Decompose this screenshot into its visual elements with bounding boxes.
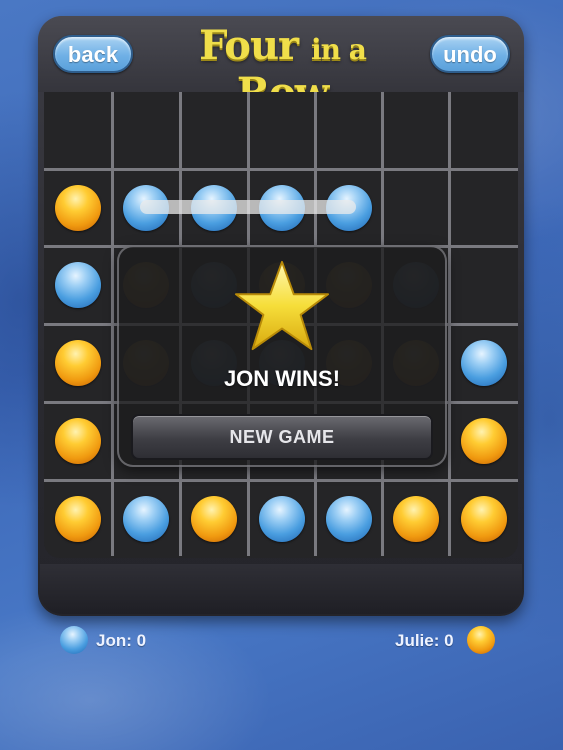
blue-piece	[325, 496, 372, 542]
title-word-in-a: in a	[311, 33, 367, 66]
undo-button[interactable]: undo	[430, 35, 510, 73]
julie-token-icon	[467, 626, 495, 654]
title-word-four: Four	[199, 22, 299, 69]
grid-line-horizontal	[44, 479, 518, 482]
blue-piece	[460, 340, 507, 386]
grid-line-horizontal	[44, 168, 518, 171]
blue-piece	[55, 262, 101, 308]
julie-score: Julie: 0	[395, 631, 454, 650]
back-button[interactable]: back	[53, 35, 133, 73]
yellow-piece	[191, 496, 237, 542]
yellow-piece	[460, 418, 507, 464]
frame-bottom-lip	[40, 564, 522, 614]
winning-line	[140, 200, 356, 214]
blue-piece	[258, 496, 305, 542]
yellow-piece	[392, 496, 439, 542]
star-icon	[234, 260, 330, 351]
yellow-piece	[460, 496, 507, 542]
new-game-button[interactable]: NEW GAME	[131, 414, 433, 460]
jon-token-icon	[60, 626, 88, 654]
yellow-piece	[55, 184, 101, 231]
jon-score: Jon: 0	[96, 631, 147, 650]
win-message: JON WINS!	[223, 366, 341, 391]
yellow-piece	[55, 418, 101, 464]
yellow-piece	[55, 340, 101, 386]
blue-piece	[123, 496, 169, 542]
yellow-piece	[55, 496, 101, 542]
